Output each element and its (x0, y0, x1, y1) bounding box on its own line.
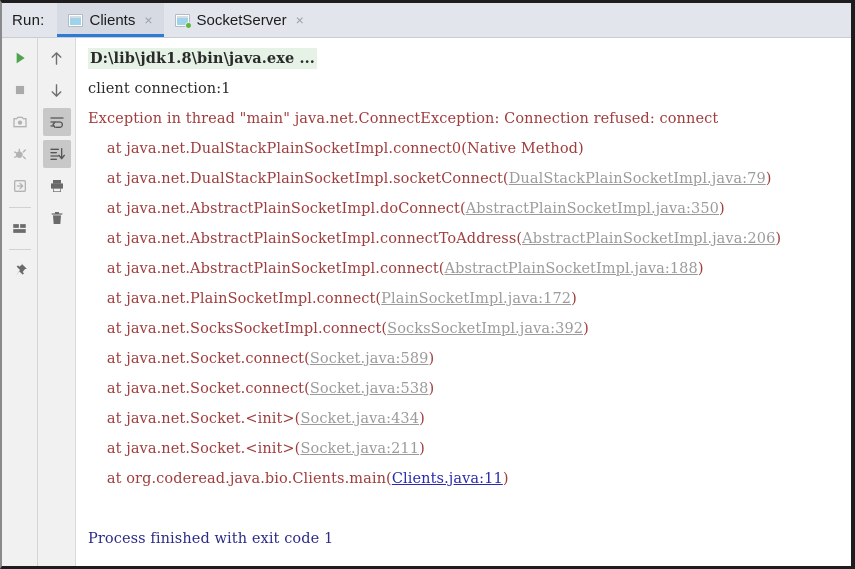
toolbar-separator (8, 249, 31, 250)
stack-frame-suffix: ) (775, 231, 782, 247)
screenshot-button[interactable] (6, 108, 34, 136)
tab-label: SocketServer (196, 11, 287, 29)
tab-label: Clients (89, 11, 136, 29)
bug-icon (12, 146, 28, 162)
stack-frame-text: at org.coderead.java.bio.Clients.main( (88, 471, 392, 487)
source-link[interactable]: Socket.java:434 (300, 411, 419, 427)
pin-icon (12, 262, 28, 278)
source-link[interactable]: AbstractPlainSocketImpl.java:188 (445, 261, 698, 277)
tab-clients[interactable]: Clients × (56, 3, 164, 37)
scroll-to-end-icon (49, 146, 65, 162)
stack-frame-text: at java.net.AbstractPlainSocketImpl.doCo… (88, 201, 466, 217)
run-tool-window: Run: Clients × SocketServer × D:\lib\jdk1.8… (0, 0, 855, 569)
source-link[interactable]: Socket.java:211 (300, 441, 419, 457)
attach-process-button[interactable] (6, 172, 34, 200)
clear-all-button[interactable] (43, 204, 71, 232)
trash-icon (49, 210, 65, 226)
console-lines: D:\lib\jdk1.8\bin\java.exe ... client con… (76, 44, 851, 554)
stack-frame-suffix: ) (419, 411, 425, 427)
stack-frame-suffix: ) (428, 381, 435, 397)
console-line: at java.net.PlainSocketImpl.connect(Plai… (76, 284, 851, 314)
run-actions-toolbar-primary (2, 38, 38, 566)
layout-settings-button[interactable] (6, 214, 34, 242)
stack-frame-text: at java.net.AbstractPlainSocketImpl.conn… (88, 261, 445, 277)
stack-frame-text: at java.net.AbstractPlainSocketImpl.conn… (88, 231, 523, 247)
source-link[interactable]: DualStackPlainSocketImpl.java:79 (509, 171, 766, 187)
stack-frame-text: at java.net.DualStackPlainSocketImpl.soc… (88, 171, 509, 187)
arrow-up-icon (48, 50, 65, 67)
stack-frame-text: at java.net.Socket.<init>( (88, 411, 301, 427)
stop-button[interactable] (6, 76, 34, 104)
stack-frame-suffix: ) (571, 291, 577, 307)
printer-icon (49, 178, 65, 194)
run-tool-window-label: Run: (12, 11, 45, 29)
stack-frame-suffix: ) (419, 441, 425, 457)
stack-frame-text: at java.net.SocksSocketImpl.connect( (88, 321, 388, 337)
console-line: at org.coderead.java.bio.Clients.main(Cl… (76, 464, 851, 494)
run-tab-bar: Run: Clients × SocketServer × (2, 3, 851, 38)
tab-strip: Clients × SocketServer × (56, 3, 315, 37)
stack-frame-suffix: ) (583, 321, 589, 337)
console-line: Process finished with exit code 1 (88, 531, 334, 547)
arrow-down-icon (48, 82, 65, 99)
source-link[interactable]: Socket.java:589 (310, 351, 429, 367)
source-link[interactable]: PlainSocketImpl.java:172 (381, 291, 571, 307)
console-line: at java.net.DualStackPlainSocketImpl.soc… (76, 164, 851, 194)
stack-frame-text: at java.net.PlainSocketImpl.connect( (88, 291, 382, 307)
up-the-stack-trace-button[interactable] (43, 44, 71, 72)
console-line: Exception in thread "main" java.net.Conn… (88, 111, 719, 127)
soft-wrap-button[interactable] (42, 108, 71, 136)
command-line-text: D:\lib\jdk1.8\bin\java.exe ... (88, 48, 317, 69)
console-line: at java.net.SocksSocketImpl.connect(Sock… (76, 314, 851, 344)
stack-frame-suffix: ) (719, 201, 725, 217)
play-icon (12, 50, 28, 66)
console-line: client connection:1 (88, 81, 231, 97)
run-config-icon (67, 13, 83, 27)
source-link[interactable]: SocksSocketImpl.java:392 (387, 321, 583, 337)
stack-frame-suffix: ) (428, 351, 435, 367)
tab-socketserver[interactable]: SocketServer × (164, 3, 315, 37)
console-line: at java.net.DualStackPlainSocketImpl.con… (88, 141, 584, 157)
console-line: at java.net.AbstractPlainSocketImpl.conn… (76, 254, 851, 284)
console-line: at java.net.Socket.connect(Socket.java:5… (76, 374, 851, 404)
scroll-to-end-button[interactable] (42, 140, 71, 168)
rerun-button[interactable] (6, 44, 34, 72)
run-window-body: D:\lib\jdk1.8\bin\java.exe ... client con… (2, 38, 851, 566)
layout-icon (12, 221, 27, 236)
import-icon (12, 178, 28, 194)
console-line: at java.net.Socket.<init>(Socket.java:21… (76, 434, 851, 464)
console-line: at java.net.Socket.<init>(Socket.java:43… (76, 404, 851, 434)
stack-frame-text: at java.net.Socket.connect( (88, 351, 310, 367)
console-line: at java.net.Socket.connect(Socket.java:5… (76, 344, 851, 374)
source-link[interactable]: AbstractPlainSocketImpl.java:206 (522, 231, 775, 247)
console-line: at java.net.AbstractPlainSocketImpl.doCo… (76, 194, 851, 224)
stack-frame-text: at java.net.Socket.<init>( (88, 441, 301, 457)
source-link[interactable]: Socket.java:538 (310, 381, 429, 397)
source-link[interactable]: AbstractPlainSocketImpl.java:350 (466, 201, 719, 217)
close-icon[interactable]: × (294, 13, 306, 27)
print-button[interactable] (43, 172, 71, 200)
down-the-stack-trace-button[interactable] (43, 76, 71, 104)
stack-frame-suffix: ) (697, 261, 704, 277)
run-config-running-icon (174, 13, 192, 29)
pin-tab-button[interactable] (6, 256, 34, 284)
camera-icon (12, 114, 28, 130)
source-link[interactable]: Clients.java:11 (392, 471, 503, 487)
console-line: at java.net.AbstractPlainSocketImpl.conn… (76, 224, 851, 254)
soft-wrap-icon (49, 114, 65, 130)
stack-frame-suffix: ) (502, 471, 509, 487)
stop-icon (13, 83, 27, 97)
console-line: D:\lib\jdk1.8\bin\java.exe ... (76, 44, 851, 74)
stack-frame-text: at java.net.Socket.connect( (88, 381, 310, 397)
close-icon[interactable]: × (142, 13, 154, 27)
debug-button[interactable] (6, 140, 34, 168)
toolbar-separator (8, 207, 31, 208)
stack-frame-suffix: ) (765, 171, 772, 187)
run-actions-toolbar-secondary (38, 38, 76, 566)
console-output[interactable]: D:\lib\jdk1.8\bin\java.exe ... client con… (76, 38, 851, 566)
